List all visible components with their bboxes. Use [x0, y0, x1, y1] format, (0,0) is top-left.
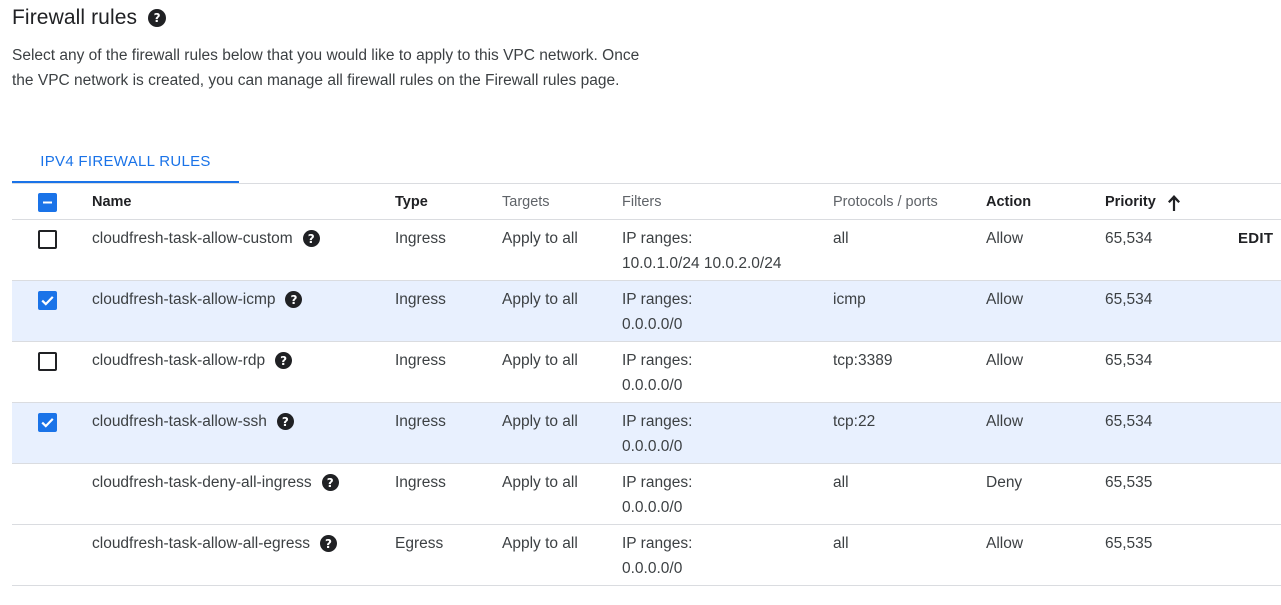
rule-name-cell: cloudfresh-task-allow-icmp? — [92, 287, 303, 312]
rule-name: cloudfresh-task-deny-all-ingress — [92, 474, 312, 491]
column-header-name[interactable]: Name — [92, 190, 132, 215]
column-header-type[interactable]: Type — [395, 190, 428, 215]
rule-name-cell: cloudfresh-task-allow-custom? — [92, 226, 320, 251]
rule-name: cloudfresh-task-allow-rdp — [92, 352, 266, 369]
help-circle-icon[interactable]: ? — [302, 230, 320, 247]
rule-filters-label: IP ranges: — [622, 291, 693, 308]
rule-type: Ingress — [395, 413, 446, 430]
table-header-row: Name Type Targets Filters Protocols / po… — [12, 183, 1281, 220]
rule-name: cloudfresh-task-allow-all-egress — [92, 535, 310, 552]
rule-protocols: tcp:22 — [833, 413, 876, 430]
rule-priority: 65,534 — [1105, 413, 1153, 430]
rule-filters: IP ranges: 0.0.0.0/0 — [622, 531, 692, 581]
rule-name-cell: cloudfresh-task-allow-rdp? — [92, 348, 293, 373]
page-header: Firewall rules ? — [12, 5, 167, 31]
rule-protocols: all — [833, 535, 849, 552]
rule-targets: Apply to all — [502, 535, 578, 552]
rule-action: Allow — [986, 413, 1024, 430]
row-checkbox[interactable] — [38, 291, 57, 310]
rule-targets: Apply to all — [502, 352, 578, 369]
rule-filters-label: IP ranges: — [622, 413, 693, 430]
rule-action: Allow — [986, 535, 1024, 552]
table-row[interactable]: cloudfresh-task-deny-all-ingress? Ingress… — [12, 464, 1281, 525]
help-circle-icon[interactable]: ? — [319, 535, 337, 552]
rule-protocols: all — [833, 474, 849, 491]
rule-action: Deny — [986, 474, 1023, 491]
rule-filters: IP ranges: 0.0.0.0/0 — [622, 287, 692, 337]
column-header-priority[interactable]: Priority — [1105, 190, 1182, 215]
rule-priority: 65,534 — [1105, 291, 1153, 308]
table-row[interactable]: cloudfresh-task-allow-all-egress? Egress A… — [12, 525, 1281, 586]
rule-filters-value: 0.0.0.0/0 — [622, 499, 683, 516]
tab-bar: IPV4 FIREWALL RULES — [12, 141, 239, 183]
help-circle-icon[interactable]: ? — [285, 291, 303, 308]
rule-filters-value: 0.0.0.0/0 — [622, 438, 683, 455]
help-circle-icon[interactable]: ? — [276, 413, 294, 430]
rule-name-cell: cloudfresh-task-allow-all-egress? — [92, 531, 337, 556]
rule-filters-label: IP ranges: — [622, 352, 693, 369]
rule-filters: IP ranges: 0.0.0.0/0 — [622, 409, 692, 459]
rule-action: Allow — [986, 352, 1024, 369]
page-description: Select any of the firewall rules below t… — [12, 47, 640, 89]
help-circle-icon[interactable]: ? — [148, 9, 167, 27]
rule-name: cloudfresh-task-allow-ssh — [92, 413, 267, 430]
rule-priority: 65,534 — [1105, 230, 1153, 247]
rule-name: cloudfresh-task-allow-icmp — [92, 291, 276, 308]
rule-action: Allow — [986, 230, 1024, 247]
rule-type: Ingress — [395, 230, 446, 247]
help-circle-icon[interactable]: ? — [321, 474, 339, 491]
help-circle-icon[interactable]: ? — [275, 352, 293, 369]
table-row[interactable]: cloudfresh-task-allow-icmp? Ingress Apply … — [12, 281, 1281, 342]
rule-targets: Apply to all — [502, 230, 578, 247]
rule-filters-value: 10.0.1.0/24 10.0.2.0/24 — [622, 255, 782, 272]
rule-filters: IP ranges: 10.0.1.0/24 10.0.2.0/24 — [622, 226, 781, 276]
page-title: Firewall rules — [12, 6, 138, 29]
rule-type: Ingress — [395, 474, 446, 491]
rule-name-cell: cloudfresh-task-allow-ssh? — [92, 409, 294, 434]
rule-filters: IP ranges: 0.0.0.0/0 — [622, 470, 692, 520]
row-checkbox[interactable] — [38, 352, 57, 371]
table-row[interactable]: cloudfresh-task-allow-ssh? Ingress Apply t… — [12, 403, 1281, 464]
edit-button[interactable]: EDIT — [1238, 226, 1273, 251]
select-all-checkbox[interactable] — [38, 193, 57, 212]
rule-protocols: all — [833, 230, 849, 247]
rule-priority: 65,535 — [1105, 474, 1153, 491]
rule-priority: 65,534 — [1105, 352, 1153, 369]
rule-targets: Apply to all — [502, 413, 578, 430]
row-checkbox[interactable] — [38, 413, 57, 432]
column-header-priority-label: Priority — [1105, 194, 1156, 210]
column-header-targets: Targets — [502, 194, 550, 210]
firewall-rules-table: Name Type Targets Filters Protocols / po… — [12, 183, 1281, 586]
column-header-action[interactable]: Action — [986, 190, 1031, 215]
rule-filters-value: 0.0.0.0/0 — [622, 316, 683, 333]
rule-filters-value: 0.0.0.0/0 — [622, 560, 683, 577]
rule-type: Ingress — [395, 352, 446, 369]
row-checkbox[interactable] — [38, 230, 57, 249]
column-header-protocols: Protocols / ports — [833, 194, 938, 210]
rule-filters-label: IP ranges: — [622, 474, 693, 491]
rule-filters: IP ranges: 0.0.0.0/0 — [622, 348, 692, 398]
column-header-filters: Filters — [622, 194, 662, 210]
tab-ipv4-firewall-rules[interactable]: IPV4 FIREWALL RULES — [12, 141, 239, 181]
rule-priority: 65,535 — [1105, 535, 1153, 552]
rule-name: cloudfresh-task-allow-custom — [92, 230, 293, 247]
table-row[interactable]: cloudfresh-task-allow-rdp? Ingress Apply t… — [12, 342, 1281, 403]
rule-filters-value: 0.0.0.0/0 — [622, 377, 683, 394]
rule-filters-label: IP ranges: — [622, 230, 693, 247]
rule-name-cell: cloudfresh-task-deny-all-ingress? — [92, 470, 339, 495]
rule-targets: Apply to all — [502, 474, 578, 491]
rule-type: Egress — [395, 535, 444, 552]
rule-action: Allow — [986, 291, 1024, 308]
rule-filters-label: IP ranges: — [622, 535, 693, 552]
rule-protocols: icmp — [833, 291, 866, 308]
rule-type: Ingress — [395, 291, 446, 308]
rule-protocols: tcp:3389 — [833, 352, 893, 369]
rule-targets: Apply to all — [502, 291, 578, 308]
arrow-up-icon[interactable] — [1166, 194, 1182, 212]
table-row[interactable]: cloudfresh-task-allow-custom? Ingress Appl… — [12, 220, 1281, 281]
